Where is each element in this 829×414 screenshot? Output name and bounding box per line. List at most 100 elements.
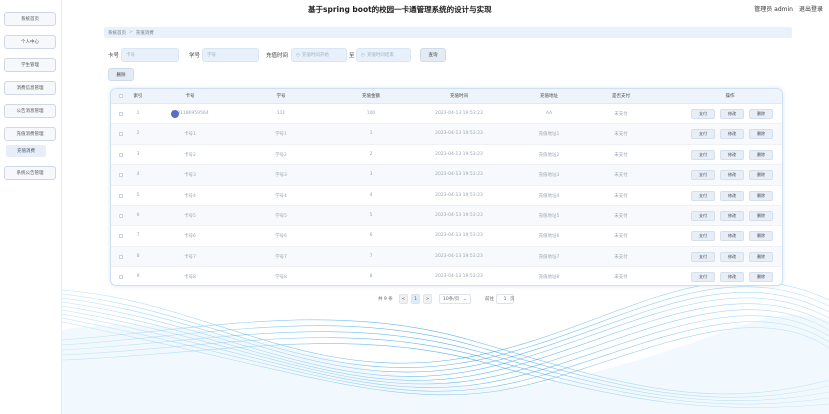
table-row: 7 卡号6 学号6 6 2023-04-13 19:53:23 充值地址6 未支付 支付 修改删… [111,226,782,247]
sidebar-item-profile[interactable]: 个人中心 [4,35,56,49]
cell-time: 2023-04-13 19:53:23 [435,274,483,280]
row-pay-button[interactable]: 支付 [691,109,715,119]
row-edit-button[interactable]: 修改 [720,211,744,221]
row-edit-button[interactable]: 修改 [720,170,744,181]
cell-idx: 8 [136,253,140,259]
cell-paid: 未支付 [614,214,628,219]
sidebar-item-students[interactable]: 学生管理 [4,58,56,72]
row-delete-button[interactable]: 删除 [749,129,773,140]
cell-idx: 9 [136,274,140,280]
row-checkbox[interactable] [119,214,123,218]
select-all-checkbox[interactable] [119,94,123,98]
row-edit-button[interactable]: 修改 [720,109,744,119]
row-checkbox[interactable] [119,132,123,137]
row-pay-button[interactable]: 支付 [691,272,715,283]
sidebar-item-label: 充值消费管理 [16,132,44,137]
row-delete-button[interactable]: 删除 [749,149,773,160]
breadcrumb-home[interactable]: 系统首页 [108,30,126,36]
column-header: 是否支付 [612,94,630,99]
row-checkbox[interactable] [119,152,123,157]
sidebar-item-notice-messages[interactable]: 公告消息管理 [4,104,56,118]
row-delete-button[interactable]: 删除 [749,170,773,181]
column-header: 卡号 [185,94,195,99]
row-edit-button[interactable]: 修改 [720,231,744,242]
pagination-total: 共 9 条 [378,297,393,302]
cell-addr: 充值地址4 [538,193,560,199]
cell-addr: 充值地址8 [538,275,560,281]
query-button[interactable]: 查询 [420,48,446,62]
page-size-value: 10条/页 [443,297,460,302]
user-name: 管理员 admin [754,6,793,13]
cell-time: 2023-04-13 19:53:23 [435,151,483,157]
cell-idx: 3 [136,151,140,157]
row-delete-button[interactable]: 删除 [749,109,773,119]
student-label: 学号 [189,53,201,59]
sidebar-item-announcements[interactable]: 系统公告管理 [4,166,56,180]
cell-sid: 学号4 [275,193,287,199]
breadcrumb-current: 充值消费 [135,30,154,36]
row-pay-button[interactable]: 支付 [691,190,715,201]
row-checkbox[interactable] [119,193,123,198]
row-pay-button[interactable]: 支付 [691,251,715,262]
cell-card: 卡号7 [184,254,196,260]
row-delete-button[interactable]: 删除 [749,211,773,221]
row-checkbox[interactable] [119,254,123,259]
time-start-placeholder: 充值时间开始 [301,53,329,58]
logout-link[interactable]: 退出登录 [799,4,823,13]
row-checkbox[interactable] [119,234,123,239]
row-pay-button[interactable]: 支付 [691,129,715,140]
row-delete-button[interactable]: 删除 [749,272,773,283]
sidebar-item-recharge[interactable]: 充值消费管理 [4,127,56,141]
row-pay-button[interactable]: 支付 [691,231,715,242]
sidebar-subitem-recharge[interactable]: 充值消费 [6,145,46,157]
sidebar-item-label: 系统首页 [21,17,39,22]
row-pay-button[interactable]: 支付 [691,211,715,221]
row-edit-button[interactable]: 修改 [720,149,744,160]
cell-amount: 7 [369,253,373,259]
table-row: 6 卡号5 学号5 5 2023-04-13 19:53:23 充值地址5 未支付 支付 修改删… [111,206,782,227]
sidebar-item-home[interactable]: 系统首页 [4,12,56,26]
cell-amount: 1 [369,131,373,137]
cell-amount: 4 [369,192,373,198]
time-start-input[interactable]: ◷ 充值时间开始 [291,48,347,62]
cell-paid: 未支付 [614,173,628,179]
row-edit-button[interactable]: 修改 [720,251,744,262]
sidebar: 系统首页 个人中心 学生管理 消费信息管理 公告消息管理 充值消费管理 充值消费… [0,0,62,414]
row-delete-button[interactable]: 删除 [749,231,773,242]
row-checkbox[interactable] [119,173,123,178]
prev-page-button[interactable]: < [399,294,408,304]
row-pay-button[interactable]: 支付 [691,170,715,181]
row-checkbox[interactable] [119,275,123,280]
user-area: 管理员 admin 退出登录 [754,4,823,13]
sidebar-item-consumption[interactable]: 消费信息管理 [4,81,56,95]
cell-sid: 学号1 [275,132,287,138]
table-row: 2 卡号1 学号1 1 2023-04-13 19:53:23 充值地址1 未支付 支付 修改删… [111,124,782,145]
table-row: 4 卡号3 学号3 3 2023-04-13 19:53:23 充值地址3 未支付 支付 修改删… [111,165,782,186]
row-edit-button[interactable]: 修改 [720,129,744,140]
page-size-select[interactable]: 10条/页 ⌄ [439,294,471,304]
cell-time: 2023-04-13 19:53:23 [435,192,483,198]
cell-sid: 学号8 [275,275,287,281]
row-delete-button[interactable]: 删除 [749,190,773,201]
page-number-button[interactable]: 1 [411,294,420,304]
page-unit-label: 页 [510,297,515,302]
sidebar-item-label: 学生管理 [21,63,39,68]
row-edit-button[interactable]: 修改 [720,190,744,201]
row-delete-button[interactable]: 删除 [749,251,773,262]
cell-time: 2023-04-13 19:53:23 [435,131,483,137]
row-pay-button[interactable]: 支付 [691,149,715,160]
table-row: 5 卡号4 学号4 4 2023-04-13 19:53:23 充值地址4 未支付 支付 修改删… [111,186,782,206]
time-end-input[interactable]: ◷ 充值时间结束 [356,48,411,62]
column-header: 充值地址 [540,94,558,99]
cell-sid: 111 [276,111,286,116]
delete-button[interactable]: 删除 [108,68,134,81]
next-page-button[interactable]: > [423,294,432,304]
row-checkbox[interactable] [119,112,123,116]
student-input[interactable]: 学号 [202,48,259,62]
cell-addr: 充值地址1 [538,132,560,138]
cell-amount: 6 [369,233,373,239]
card-label: 卡号 [108,53,120,59]
table-row: 3 卡号2 学号2 2 2023-04-13 19:53:23 充值地址2 未支付 支付 修改删… [111,145,782,166]
card-input[interactable]: 卡号 [121,48,179,62]
row-edit-button[interactable]: 修改 [720,272,744,283]
